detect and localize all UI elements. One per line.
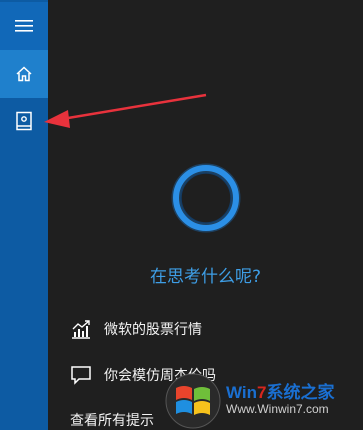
see-all-tips-link[interactable]: 查看所有提示 xyxy=(70,410,154,430)
cortana-panel: 在思考什么呢? 微软的股票行情 你会模仿周杰伦吗 查看所有提示 xyxy=(48,0,363,430)
watermark-brand-cn: 系统之家 xyxy=(266,383,335,402)
notebook-icon xyxy=(16,111,32,131)
hamburger-menu-icon xyxy=(15,20,33,32)
cortana-prompt: 在思考什么呢? xyxy=(149,267,262,287)
notebook-button[interactable] xyxy=(0,97,48,145)
hamburger-menu-button[interactable] xyxy=(0,2,48,50)
watermark-url: Www.Winwin7.com xyxy=(226,402,329,416)
watermark-brand: Win7系统之家 xyxy=(226,378,334,403)
site-watermark: Win7系统之家 Www.Winwin7.com xyxy=(158,370,363,430)
cortana-ring xyxy=(170,162,242,234)
windows-logo-icon xyxy=(165,373,221,429)
watermark-brand-win: Win xyxy=(226,383,258,402)
left-rail xyxy=(0,0,48,430)
suggestion-label: 微软的股票行情 xyxy=(104,322,202,338)
chat-bubble-icon xyxy=(70,364,92,386)
home-icon xyxy=(16,66,32,82)
suggestion-stock[interactable]: 微软的股票行情 xyxy=(70,318,202,340)
stock-chart-icon xyxy=(70,318,92,340)
home-button[interactable] xyxy=(0,50,48,98)
